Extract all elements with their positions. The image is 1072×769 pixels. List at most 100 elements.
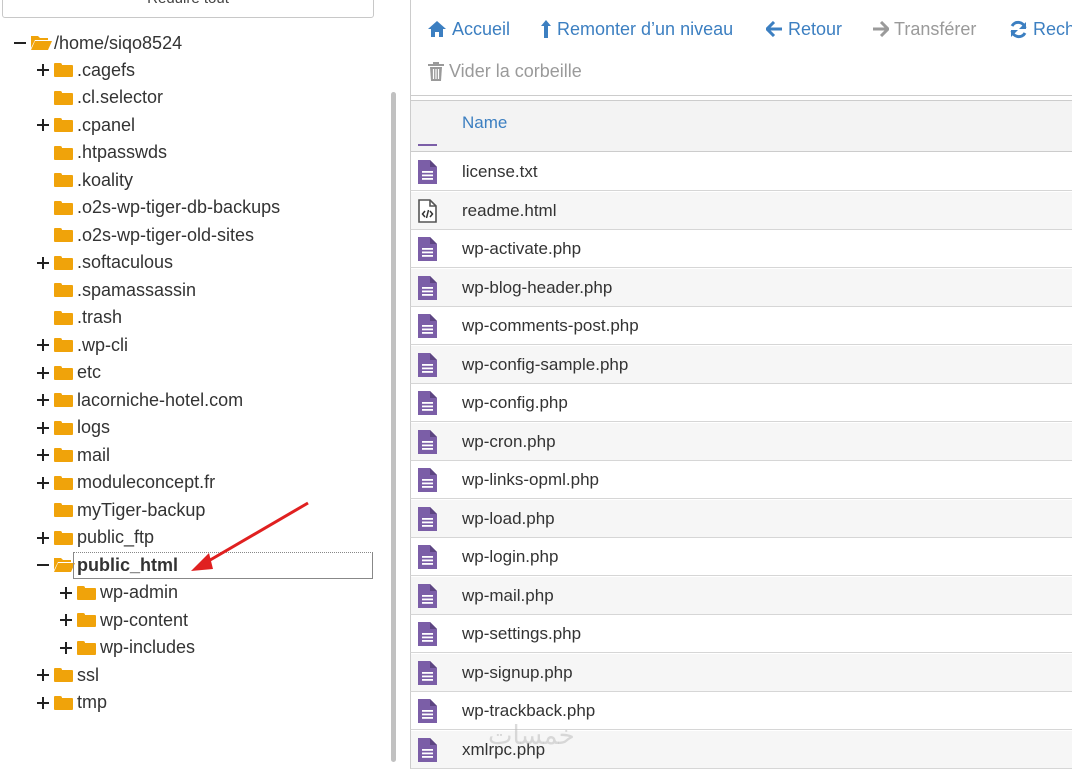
tree-item[interactable]: .cagefs: [37, 57, 135, 83]
tree-item[interactable]: .cpanel: [37, 112, 135, 138]
tree-item[interactable]: myTiger-backup: [37, 497, 205, 523]
folder-icon: [77, 585, 96, 600]
tree-item[interactable]: public_ftp: [37, 525, 154, 551]
table-row[interactable]: wp-cron.php: [410, 422, 1072, 461]
tree-item[interactable]: wp-includes: [60, 635, 195, 661]
tree-root[interactable]: /home/siqo8524: [14, 30, 182, 56]
file-name[interactable]: wp-trackback.php: [462, 701, 595, 721]
expand-toggle-icon[interactable]: [37, 415, 50, 441]
file-name[interactable]: wp-mail.php: [462, 586, 554, 606]
expand-toggle-icon[interactable]: [37, 525, 50, 551]
collapse-toggle-icon[interactable]: [37, 552, 50, 578]
tree-item[interactable]: .koality: [37, 167, 133, 193]
tree-item[interactable]: .htpasswds: [37, 140, 167, 166]
collapse-toggle-icon[interactable]: [14, 30, 27, 56]
expand-toggle-icon[interactable]: [37, 690, 50, 716]
file-name[interactable]: license.txt: [462, 162, 538, 182]
folder-icon: [54, 420, 73, 435]
up-level-button-label: Remonter d’un niveau: [557, 18, 734, 39]
table-row[interactable]: wp-signup.php: [410, 653, 1072, 692]
table-row[interactable]: wp-config.php: [410, 384, 1072, 422]
tree-item[interactable]: .cl.selector: [37, 85, 163, 111]
tree-item[interactable]: .spamassassin: [37, 277, 196, 303]
expand-toggle-icon[interactable]: [37, 662, 50, 688]
expand-toggle-icon[interactable]: [37, 360, 50, 386]
tree-item[interactable]: lacorniche-hotel.com: [37, 387, 243, 413]
table-row[interactable]: wp-config-sample.php: [410, 345, 1072, 384]
tree-item[interactable]: .o2s-wp-tiger-db-backups: [37, 195, 280, 221]
tree-item-label: .htpasswds: [77, 142, 168, 162]
table-row[interactable]: wp-load.php: [410, 499, 1072, 538]
arrow-right-icon: [873, 21, 889, 37]
tree-scrollbar[interactable]: [391, 92, 396, 762]
text-file-icon: [418, 468, 437, 497]
level-up-icon: [541, 20, 551, 38]
tree-item[interactable]: ssl: [37, 662, 99, 688]
table-row[interactable]: wp-comments-post.php: [410, 307, 1072, 345]
tree-item-label: public_ftp: [77, 527, 155, 547]
file-name[interactable]: wp-load.php: [462, 509, 555, 529]
table-row[interactable]: readme.html: [410, 191, 1072, 230]
folder-icon: [54, 530, 73, 545]
forward-button[interactable]: Transférer: [872, 17, 976, 41]
expand-toggle-icon[interactable]: [37, 250, 50, 276]
table-row[interactable]: wp-links-opml.php: [410, 461, 1072, 499]
tree-item[interactable]: mail: [37, 442, 110, 468]
table-row[interactable]: wp-mail.php: [410, 576, 1072, 615]
expand-toggle-icon[interactable]: [37, 470, 50, 496]
expand-toggle-icon[interactable]: [37, 442, 50, 468]
file-name[interactable]: wp-activate.php: [462, 239, 581, 259]
expand-toggle-icon[interactable]: [60, 607, 73, 633]
tree-item-label: myTiger-backup: [77, 499, 206, 520]
refresh-button[interactable]: Rech: [1009, 17, 1072, 41]
refresh-icon: [1010, 20, 1027, 38]
tree-item-label: logs: [77, 417, 111, 437]
table-row[interactable]: wp-login.php: [410, 538, 1072, 576]
tree-item[interactable]: etc: [37, 360, 101, 386]
folder-icon: [54, 283, 73, 297]
expand-toggle-icon[interactable]: [60, 635, 73, 661]
tree-item[interactable]: .wp-cli: [37, 332, 128, 358]
file-name[interactable]: wp-signup.php: [462, 663, 573, 683]
collapse-all-button[interactable]: Réduire tout: [2, 0, 374, 18]
tree-item[interactable]: wp-content: [60, 607, 188, 633]
file-name[interactable]: wp-blog-header.php: [462, 278, 612, 298]
file-name[interactable]: wp-comments-post.php: [462, 316, 639, 336]
tree-item[interactable]: .softaculous: [37, 250, 173, 276]
home-button[interactable]: Accueil: [427, 17, 510, 41]
expand-toggle-icon[interactable]: [37, 112, 50, 138]
file-name[interactable]: wp-links-opml.php: [462, 470, 599, 490]
refresh-button-label: Rech: [1033, 18, 1072, 39]
expand-toggle-icon[interactable]: [37, 57, 50, 83]
back-button[interactable]: Retour: [766, 17, 842, 41]
empty-trash-button[interactable]: Vider la corbeille: [428, 59, 582, 83]
expand-toggle-icon[interactable]: [37, 332, 50, 358]
tree-item[interactable]: wp-admin: [60, 580, 178, 606]
table-row[interactable]: license.txt: [410, 153, 1072, 191]
file-name[interactable]: wp-config-sample.php: [462, 355, 628, 375]
file-name[interactable]: wp-settings.php: [462, 624, 581, 644]
file-name[interactable]: wp-config.php: [462, 393, 568, 413]
table-row[interactable]: wp-blog-header.php: [410, 268, 1072, 307]
tree-item-label: .cpanel: [77, 114, 136, 135]
tree-item[interactable]: .o2s-wp-tiger-old-sites: [37, 222, 254, 248]
tree-item[interactable]: moduleconcept.fr: [37, 470, 215, 496]
text-file-icon: [418, 737, 437, 767]
folder-icon: [54, 228, 73, 242]
table-row[interactable]: wp-activate.php: [410, 230, 1072, 268]
file-name[interactable]: wp-login.php: [462, 547, 558, 567]
up-level-button[interactable]: Remonter d’un niveau: [540, 17, 733, 41]
folder-icon: [54, 503, 73, 517]
file-name[interactable]: wp-cron.php: [462, 432, 556, 452]
column-header-name[interactable]: Name: [462, 113, 507, 133]
tree-item[interactable]: .trash: [37, 305, 122, 331]
tree-item[interactable]: logs: [37, 415, 110, 441]
expand-toggle-icon[interactable]: [60, 580, 73, 606]
text-file-icon: [418, 314, 437, 343]
text-file-icon: [418, 622, 437, 651]
expand-toggle-icon[interactable]: [37, 387, 50, 413]
table-row[interactable]: wp-settings.php: [410, 615, 1072, 653]
tree-item[interactable]: tmp: [37, 690, 107, 716]
file-name[interactable]: readme.html: [462, 201, 556, 221]
arrow-left-icon: [766, 21, 782, 37]
